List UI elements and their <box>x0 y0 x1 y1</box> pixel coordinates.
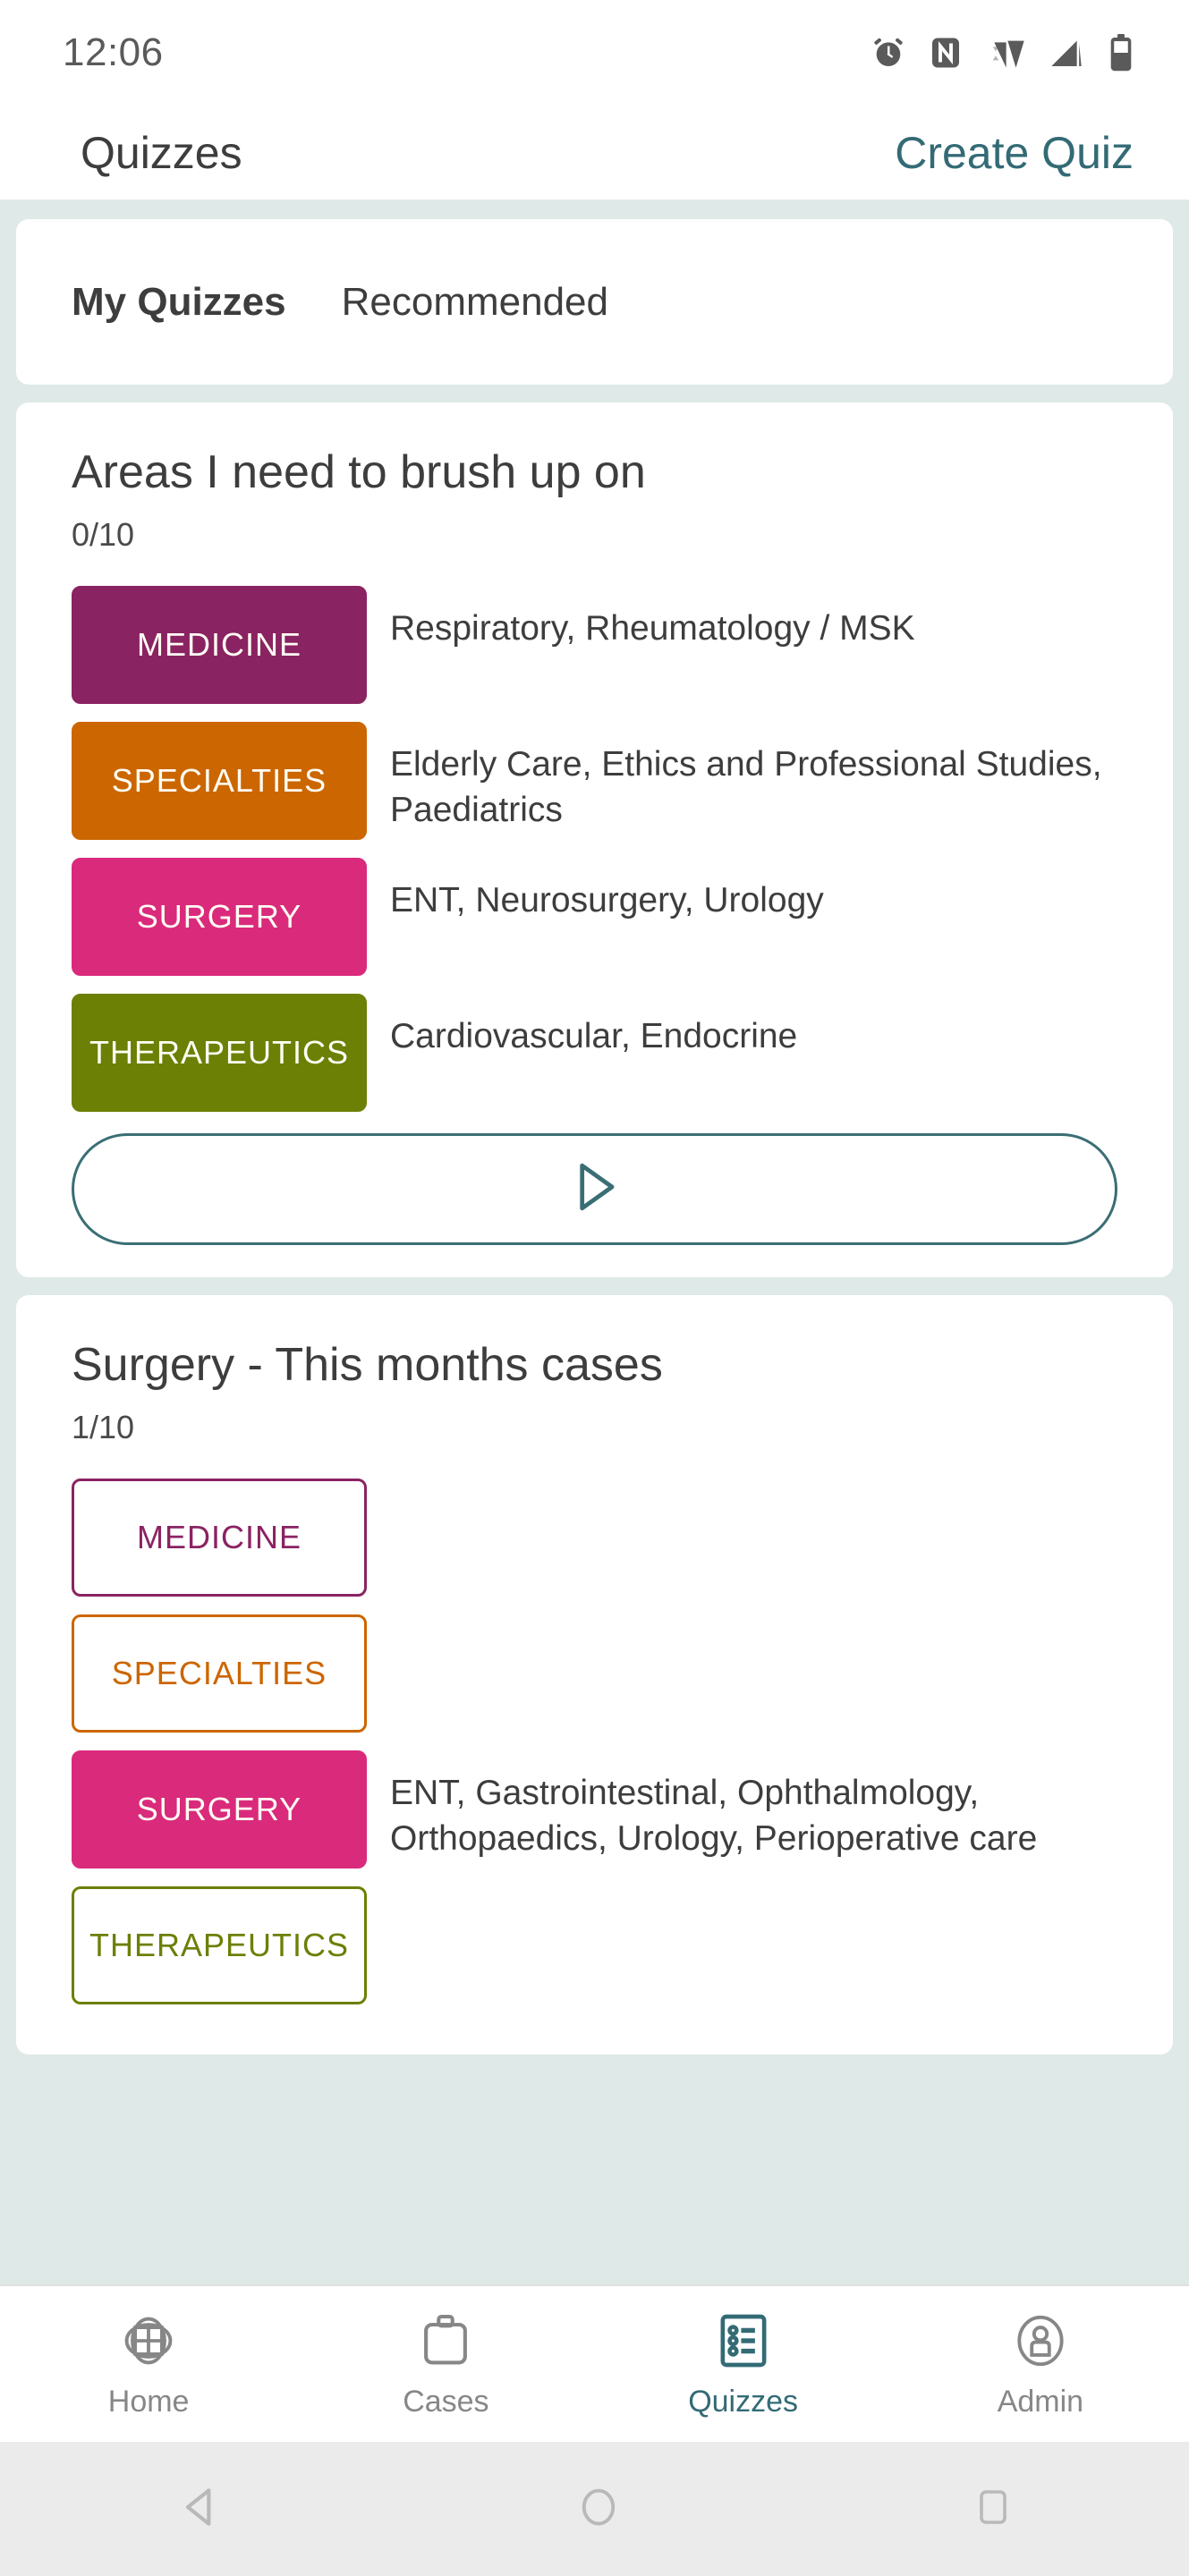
category-row: SURGERY ENT, Gastrointestinal, Ophthalmo… <box>72 1750 1117 1868</box>
category-description: Elderly Care, Ethics and Professional St… <box>390 745 1102 830</box>
wifi-icon <box>985 35 1024 71</box>
category-row: SURGERY ENT, Neurosurgery, Urology <box>72 858 1117 976</box>
category-row: THERAPEUTICS Cardiovascular, Endocrine <box>72 994 1117 1112</box>
category-badge-surgery[interactable]: SURGERY <box>72 858 367 976</box>
nav-label-home: Home <box>107 2385 190 2419</box>
start-quiz-button[interactable] <box>72 1133 1117 1245</box>
category-badge-surgery[interactable]: SURGERY <box>72 1750 367 1868</box>
category-description: Cardiovascular, Endocrine <box>390 1017 798 1055</box>
quiz-title: Areas I need to brush up on <box>72 446 646 498</box>
person-circle-icon <box>1008 2309 1073 2377</box>
category-badge-medicine[interactable]: MEDICINE <box>72 1479 367 1597</box>
nav-item-home[interactable]: Home <box>0 2309 297 2419</box>
category-description: ENT, Gastrointestinal, Ophthalmology, Or… <box>390 1774 1038 1859</box>
category-badge-specialties[interactable]: SPECIALTIES <box>72 1614 367 1733</box>
category-row: MEDICINE Respiratory, Rheumatology / MSK <box>72 586 1117 704</box>
category-badge-specialties[interactable]: SPECIALTIES <box>72 722 367 840</box>
quiz-score: 0/10 <box>72 516 135 553</box>
cellular-signal-icon <box>1048 35 1085 71</box>
quiz-card[interactable]: Surgery - This months cases 1/10 MEDICIN… <box>16 1295 1173 2055</box>
category-badge-therapeutics[interactable]: THERAPEUTICS <box>72 994 367 1112</box>
bottom-navigation: Home Cases Quizzes Admin <box>0 2284 1189 2442</box>
home-button[interactable] <box>575 2484 622 2535</box>
category-description: Respiratory, Rheumatology / MSK <box>390 609 915 648</box>
app-bar: Quizzes Create Quiz <box>0 106 1189 199</box>
tab-recommended[interactable]: Recommended <box>342 280 608 325</box>
quiz-title: Surgery - This months cases <box>72 1339 663 1391</box>
category-description <box>367 1886 1117 1906</box>
quiz-tabs: My Quizzes Recommended <box>16 219 1173 385</box>
home-grid-icon <box>116 2309 181 2377</box>
tab-my-quizzes[interactable]: My Quizzes <box>72 280 286 325</box>
quiz-card[interactable]: Areas I need to brush up on 0/10 MEDICIN… <box>16 402 1173 1277</box>
android-navigation-bar <box>0 2442 1189 2576</box>
category-description <box>367 1614 1117 1634</box>
category-row: THERAPEUTICS <box>72 1886 1117 2004</box>
nav-item-cases[interactable]: Cases <box>297 2309 594 2419</box>
quiz-list-scroll[interactable]: My Quizzes Recommended Areas I need to b… <box>0 201 1189 2284</box>
nav-item-quizzes[interactable]: Quizzes <box>595 2309 892 2419</box>
category-row: SPECIALTIES Elderly Care, Ethics and Pro… <box>72 722 1117 840</box>
category-description: ENT, Neurosurgery, Urology <box>390 881 824 919</box>
category-row: SPECIALTIES <box>72 1614 1117 1733</box>
category-badge-therapeutics[interactable]: THERAPEUTICS <box>72 1886 367 2004</box>
nav-label-quizzes: Quizzes <box>688 2385 799 2419</box>
recents-button[interactable] <box>972 2486 1015 2533</box>
status-bar: 12:06 <box>0 0 1189 106</box>
status-time: 12:06 <box>63 30 164 74</box>
nfc-icon <box>930 35 962 71</box>
category-row: MEDICINE <box>72 1479 1117 1597</box>
create-quiz-button[interactable]: Create Quiz <box>895 127 1134 179</box>
battery-icon <box>1108 34 1134 72</box>
alarm-icon <box>871 35 906 71</box>
checklist-icon <box>711 2309 776 2377</box>
quiz-score: 1/10 <box>72 1409 135 1445</box>
nav-item-admin[interactable]: Admin <box>892 2309 1189 2419</box>
category-badge-medicine[interactable]: MEDICINE <box>72 586 367 704</box>
category-description <box>367 1479 1117 1498</box>
play-icon <box>569 1159 621 1219</box>
page-title: Quizzes <box>81 127 242 178</box>
briefcase-icon <box>413 2309 478 2377</box>
status-icons <box>871 34 1134 72</box>
phone-screen: 12:06 Quizzes Create Quiz My Quizzes Rec… <box>0 0 1189 2576</box>
back-button[interactable] <box>175 2482 225 2537</box>
nav-label-admin: Admin <box>997 2385 1084 2419</box>
nav-label-cases: Cases <box>403 2385 489 2419</box>
